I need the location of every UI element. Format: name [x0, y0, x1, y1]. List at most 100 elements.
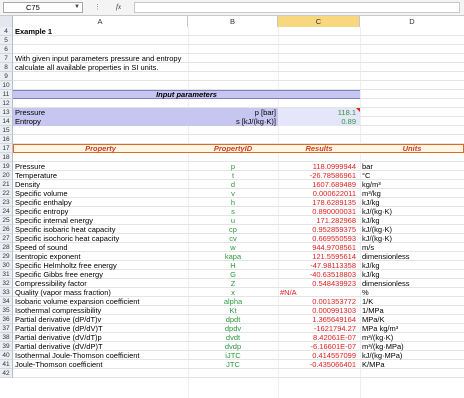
- property-name[interactable]: Isothermal compressibility: [15, 306, 101, 315]
- property-id[interactable]: H: [188, 261, 278, 270]
- row-header[interactable]: 29: [0, 252, 13, 261]
- row-header[interactable]: 15: [0, 126, 13, 135]
- row-header[interactable]: 38: [0, 333, 13, 342]
- property-name[interactable]: Temperature: [15, 171, 57, 180]
- result-value[interactable]: 0.000991303: [280, 306, 356, 315]
- result-unit[interactable]: %: [362, 288, 369, 297]
- row-header[interactable]: 25: [0, 216, 13, 225]
- property-id[interactable]: cp: [188, 225, 278, 234]
- property-name[interactable]: Partial derivative (dP/dT)v: [15, 315, 101, 324]
- result-unit[interactable]: 1/MPa: [362, 306, 384, 315]
- property-name[interactable]: Specific enthalpy: [15, 198, 72, 207]
- result-value[interactable]: -47.98113358: [280, 261, 356, 270]
- header-results[interactable]: Results: [278, 144, 360, 153]
- result-unit[interactable]: m³/kg: [362, 189, 381, 198]
- column-header-d[interactable]: D: [360, 16, 464, 27]
- result-unit[interactable]: dimensionless: [362, 279, 410, 288]
- row-header[interactable]: 34: [0, 297, 13, 306]
- row-header[interactable]: 18: [0, 153, 13, 162]
- property-id[interactable]: JTC: [188, 360, 278, 369]
- result-unit[interactable]: kJ/(kg·K): [362, 207, 392, 216]
- row-header[interactable]: 12: [0, 99, 13, 108]
- row-header[interactable]: 42: [0, 369, 13, 378]
- row-header[interactable]: 22: [0, 189, 13, 198]
- property-name[interactable]: Isentropic exponent: [15, 252, 80, 261]
- row-header[interactable]: 11: [0, 90, 13, 99]
- property-name[interactable]: Specific isochoric heat capacity: [15, 234, 119, 243]
- input-value[interactable]: 118.1: [280, 108, 356, 117]
- row-header[interactable]: 20: [0, 171, 13, 180]
- result-unit[interactable]: °C: [362, 171, 370, 180]
- row-header[interactable]: 9: [0, 72, 13, 81]
- row-header[interactable]: 40: [0, 351, 13, 360]
- intro-line-2[interactable]: calculate all available properties in SI…: [15, 63, 158, 72]
- result-unit[interactable]: kJ/(kg·K): [362, 234, 392, 243]
- result-unit[interactable]: 1/K: [362, 297, 373, 306]
- row-header[interactable]: 31: [0, 270, 13, 279]
- input-unit[interactable]: s [kJ/(kg·K)]: [190, 117, 276, 126]
- row-header[interactable]: 28: [0, 243, 13, 252]
- input-unit[interactable]: p [bar]: [190, 108, 276, 117]
- result-value[interactable]: 118.0999944: [280, 162, 356, 171]
- result-value[interactable]: 1607.689489: [280, 180, 356, 189]
- row-header[interactable]: 36: [0, 315, 13, 324]
- select-all-corner[interactable]: [0, 16, 13, 27]
- property-name[interactable]: Specific volume: [15, 189, 68, 198]
- result-value[interactable]: 171.282968: [280, 216, 356, 225]
- property-name[interactable]: Compressibility factor: [15, 279, 87, 288]
- property-id[interactable]: iJTC: [188, 351, 278, 360]
- row-header[interactable]: 13: [0, 108, 13, 117]
- result-value[interactable]: 944.9708561: [280, 243, 356, 252]
- property-id[interactable]: d: [188, 180, 278, 189]
- result-unit[interactable]: kg/m³: [362, 180, 381, 189]
- property-name[interactable]: Joule-Thomson coefficient: [15, 360, 102, 369]
- property-id[interactable]: cv: [188, 234, 278, 243]
- property-id[interactable]: w: [188, 243, 278, 252]
- row-header[interactable]: 27: [0, 234, 13, 243]
- result-unit[interactable]: kJ/kg: [362, 261, 380, 270]
- row-header[interactable]: 35: [0, 306, 13, 315]
- input-value[interactable]: 0.89: [280, 117, 356, 126]
- result-unit[interactable]: kJ/kg: [362, 198, 380, 207]
- result-value[interactable]: 0.952859375: [280, 225, 356, 234]
- result-unit[interactable]: MPa kg/m³: [362, 324, 398, 333]
- result-value[interactable]: 178.6289135: [280, 198, 356, 207]
- result-value[interactable]: 0.890000031: [280, 207, 356, 216]
- chevron-down-icon[interactable]: ▼: [74, 3, 80, 12]
- input-name[interactable]: Entropy: [15, 117, 41, 126]
- property-name[interactable]: Quality (vapor mass fraction): [15, 288, 111, 297]
- property-name[interactable]: Pressure: [15, 162, 45, 171]
- header-property-id[interactable]: PropertyID: [188, 144, 278, 153]
- property-name[interactable]: Density: [15, 180, 40, 189]
- result-value[interactable]: -6.16601E-07: [280, 342, 356, 351]
- property-id[interactable]: s: [188, 207, 278, 216]
- property-name[interactable]: Specific internal energy: [15, 216, 93, 225]
- property-id[interactable]: alpha: [188, 297, 278, 306]
- property-id[interactable]: u: [188, 216, 278, 225]
- row-header[interactable]: 10: [0, 81, 13, 90]
- property-id[interactable]: dpdv: [188, 324, 278, 333]
- property-name[interactable]: Specific isobaric heat capacity: [15, 225, 115, 234]
- result-value[interactable]: -26.78586961: [280, 171, 356, 180]
- property-id[interactable]: Z: [188, 279, 278, 288]
- result-unit[interactable]: dimensionless: [362, 252, 410, 261]
- result-value[interactable]: 1.365649164: [280, 315, 356, 324]
- result-value[interactable]: 0.001353772: [280, 297, 356, 306]
- property-id[interactable]: G: [188, 270, 278, 279]
- row-header[interactable]: 24: [0, 207, 13, 216]
- row-header[interactable]: 32: [0, 279, 13, 288]
- row-header[interactable]: 37: [0, 324, 13, 333]
- row-header[interactable]: 26: [0, 225, 13, 234]
- result-unit[interactable]: K/MPa: [362, 360, 385, 369]
- result-value[interactable]: 0.669550593: [280, 234, 356, 243]
- result-unit[interactable]: kJ/kg: [362, 216, 380, 225]
- header-units[interactable]: Units: [360, 144, 464, 153]
- insert-function-button[interactable]: fx: [116, 2, 121, 13]
- row-header[interactable]: 8: [0, 63, 13, 72]
- property-name[interactable]: Specific entropy: [15, 207, 68, 216]
- name-box[interactable]: C75 ▼: [3, 2, 83, 13]
- result-unit[interactable]: kJ/kg: [362, 270, 380, 279]
- property-name[interactable]: Speed of sound: [15, 243, 68, 252]
- property-name[interactable]: Isobaric volume expansion coefficient: [15, 297, 140, 306]
- property-name[interactable]: Partial derivative (dV/dP)T: [15, 342, 103, 351]
